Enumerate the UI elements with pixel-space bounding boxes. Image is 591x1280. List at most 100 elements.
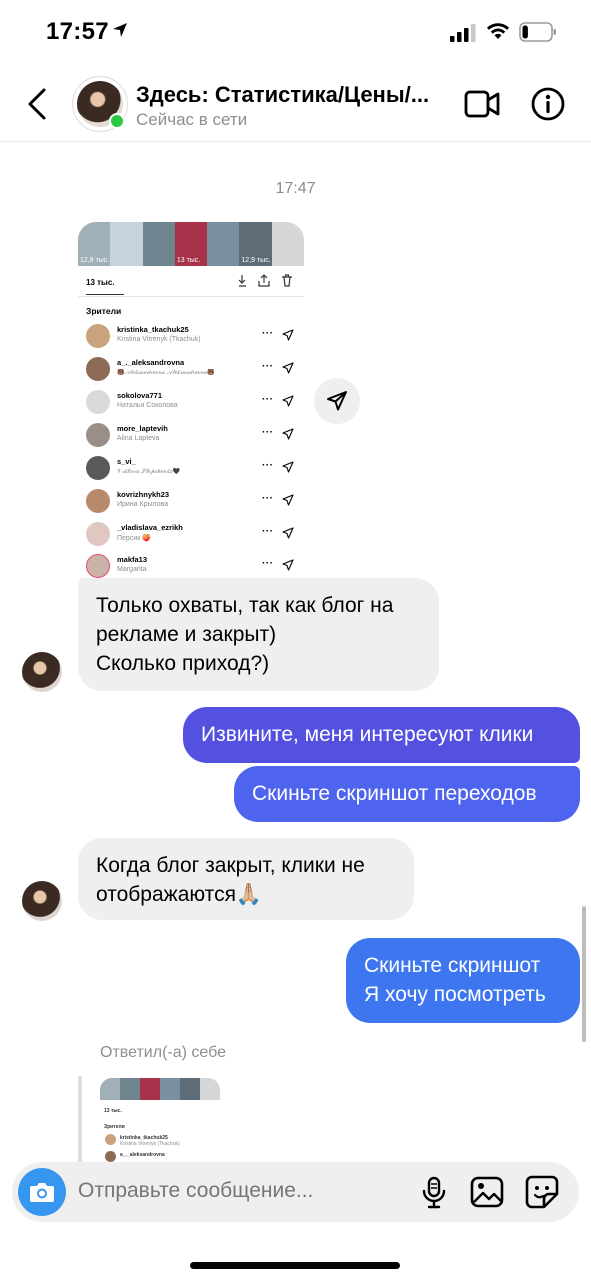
viewer-username: makfa13 <box>117 555 148 564</box>
viewer-name: Наталья Соколова <box>117 402 178 409</box>
chat-title[interactable]: Здесь: Статистика/Цены/... <box>136 82 454 108</box>
incoming-message[interactable]: Когда блог закрыт, клики не отображаются… <box>78 838 414 920</box>
online-indicator <box>109 113 125 129</box>
back-icon[interactable] <box>22 86 54 122</box>
viewer-avatar <box>86 489 110 513</box>
battery-icon <box>519 22 556 42</box>
viewers-title: Зрители <box>104 1124 125 1130</box>
message-line: Извините, меня интересуют клики <box>201 723 534 746</box>
outgoing-message[interactable]: Скиньте скриншот Я хочу посмотреть <box>346 938 580 1023</box>
more-icon: ··· <box>262 361 274 372</box>
viewer-username: a_._aleksandrovna <box>117 358 185 367</box>
send-icon <box>282 559 294 571</box>
sticker-icon[interactable] <box>524 1174 560 1210</box>
viewer-avatar <box>86 357 110 381</box>
viewer-row: s_vi_ 𝒱𝒾𝓀𝓉𝑜𝓇𝒾𝒶 𝒮𝓉𝑒𝓅𝒸𝒽𝑒𝓃𝓀𝑜🖤 ··· <box>84 454 300 484</box>
viewer-name: Kristina Vitrenyk (Tkachuk) <box>117 336 201 343</box>
viewer-username: kovrizhnykh23 <box>117 490 170 499</box>
status-time: 17:57 <box>46 18 109 45</box>
avatar[interactable] <box>72 76 128 132</box>
viewer-avatar <box>86 390 110 414</box>
message-line: Я хочу посмотреть <box>364 983 546 1006</box>
viewer-name: Персик 🍑 <box>117 535 151 542</box>
send-icon <box>282 395 294 407</box>
signal-icon <box>450 24 476 42</box>
strip-count: 12,9 тыс. <box>241 257 271 264</box>
more-icon: ··· <box>262 558 274 569</box>
strip-count: 12,8 тыс. <box>80 257 110 264</box>
camera-button[interactable] <box>18 1168 66 1216</box>
send-icon <box>282 428 294 440</box>
viewer-name: Ирина Крылова <box>117 501 169 508</box>
divider <box>78 296 304 297</box>
viewer-row: kristinka_tkachuk25 Kristina Vitrenyk (T… <box>84 322 300 352</box>
info-icon[interactable] <box>530 86 566 122</box>
viewer-row: _vladislava_ezrikh Персик 🍑 ··· <box>84 520 300 550</box>
message-input[interactable] <box>78 1179 398 1203</box>
mic-icon[interactable] <box>420 1176 448 1210</box>
reply-label: Ответил(-а) себе <box>100 1044 226 1061</box>
more-icon: ··· <box>262 328 274 339</box>
viewer-username: s_vi_ <box>117 457 136 466</box>
share-button[interactable] <box>314 378 360 424</box>
views-count: 13 тыс. <box>104 1108 122 1114</box>
video-call-icon[interactable] <box>464 88 500 120</box>
status-bar: 17:57 <box>0 0 591 66</box>
reply-screenshot[interactable]: 13 тыс. Зрители kristinka_tkachuk25 Kris… <box>100 1078 220 1164</box>
chat-status: Сейчас в сети <box>136 110 248 129</box>
message-line: рекламе и закрыт) <box>96 623 277 646</box>
more-icon: ··· <box>262 427 274 438</box>
screenshot-message[interactable]: 12,8 тыс. 13 тыс. 12,9 тыс. 13 тыс. Зрит… <box>78 222 304 578</box>
camera-icon <box>30 1183 54 1202</box>
send-icon <box>282 494 294 506</box>
viewer-row: kovrizhnykh23 Ирина Крылова ··· <box>84 487 300 517</box>
message-line: отображаются🙏🏼 <box>96 883 263 906</box>
viewer-row: sokolova771 Наталья Соколова ··· <box>84 388 300 418</box>
message-line: Только охваты, так как блог на <box>96 594 394 617</box>
message-line: Скиньте скриншот <box>364 954 541 977</box>
viewer-avatar <box>105 1151 116 1162</box>
more-icon: ··· <box>262 394 274 405</box>
strip-count: 13 тыс. <box>176 257 201 264</box>
viewer-avatar <box>86 423 110 447</box>
viewer-row: makfa13 Margarita ··· <box>84 552 300 578</box>
wifi-icon <box>487 23 509 39</box>
sender-avatar[interactable] <box>22 652 62 692</box>
send-icon <box>282 461 294 473</box>
message-line: Сколько приход?) <box>96 652 270 675</box>
gallery-icon[interactable] <box>470 1176 504 1208</box>
send-icon <box>327 391 347 411</box>
message-line: Когда блог закрыт, клики не <box>96 854 365 877</box>
chat-header: Здесь: Статистика/Цены/... Сейчас в сети <box>0 68 591 142</box>
outgoing-message[interactable]: Извините, меня интересуют клики <box>183 707 580 763</box>
more-icon: ··· <box>262 493 274 504</box>
outgoing-message[interactable]: Скиньте скриншот переходов <box>234 766 580 822</box>
message-line: Скиньте скриншот переходов <box>252 782 537 805</box>
viewer-username: kristinka_tkachuk25 <box>117 325 189 334</box>
viewer-username: more_laptevih <box>117 424 168 433</box>
viewer-row: more_laptevih Alina Lapteva ··· <box>84 421 300 451</box>
scrollbar[interactable] <box>582 906 586 1042</box>
viewers-title: Зрители <box>86 306 122 316</box>
viewer-name: Kristina Vitrenyk (Tkachuk) <box>120 1141 180 1147</box>
message-composer <box>12 1162 579 1222</box>
send-icon <box>282 329 294 341</box>
views-underline <box>86 294 124 295</box>
story-actions-icon <box>238 274 292 287</box>
sender-avatar[interactable] <box>22 881 62 921</box>
home-indicator[interactable] <box>190 1262 400 1269</box>
reply-quote-bar <box>78 1076 82 1166</box>
send-icon <box>282 362 294 374</box>
viewer-name: Margarita <box>117 566 147 573</box>
incoming-message[interactable]: Только охваты, так как блог на рекламе и… <box>78 578 439 691</box>
location-arrow-icon <box>113 23 127 37</box>
stories-strip <box>100 1078 220 1100</box>
viewer-name: Alina Lapteva <box>117 435 160 442</box>
more-icon: ··· <box>262 526 274 537</box>
views-count: 13 тыс. <box>86 278 115 287</box>
viewer-avatar <box>86 456 110 480</box>
viewer-row: a_._aleksandrovna 🐻𝒜𝓁𝑒𝓀𝓈𝒶𝓃𝒹𝓇𝑜𝓋𝓃𝒶 𝒜𝓁𝑒𝓀𝓈𝒶𝓃… <box>84 355 300 385</box>
viewer-name: 🐻𝒜𝓁𝑒𝓀𝓈𝒶𝓃𝒹𝓇𝑜𝓋𝓃𝒶 𝒜𝓁𝑒𝓀𝓈𝒶𝓃𝒹𝓇𝑜𝓋𝓃𝒶🐻 <box>117 370 215 376</box>
viewer-avatar <box>86 554 110 578</box>
viewer-username: _vladislava_ezrikh <box>117 523 183 532</box>
